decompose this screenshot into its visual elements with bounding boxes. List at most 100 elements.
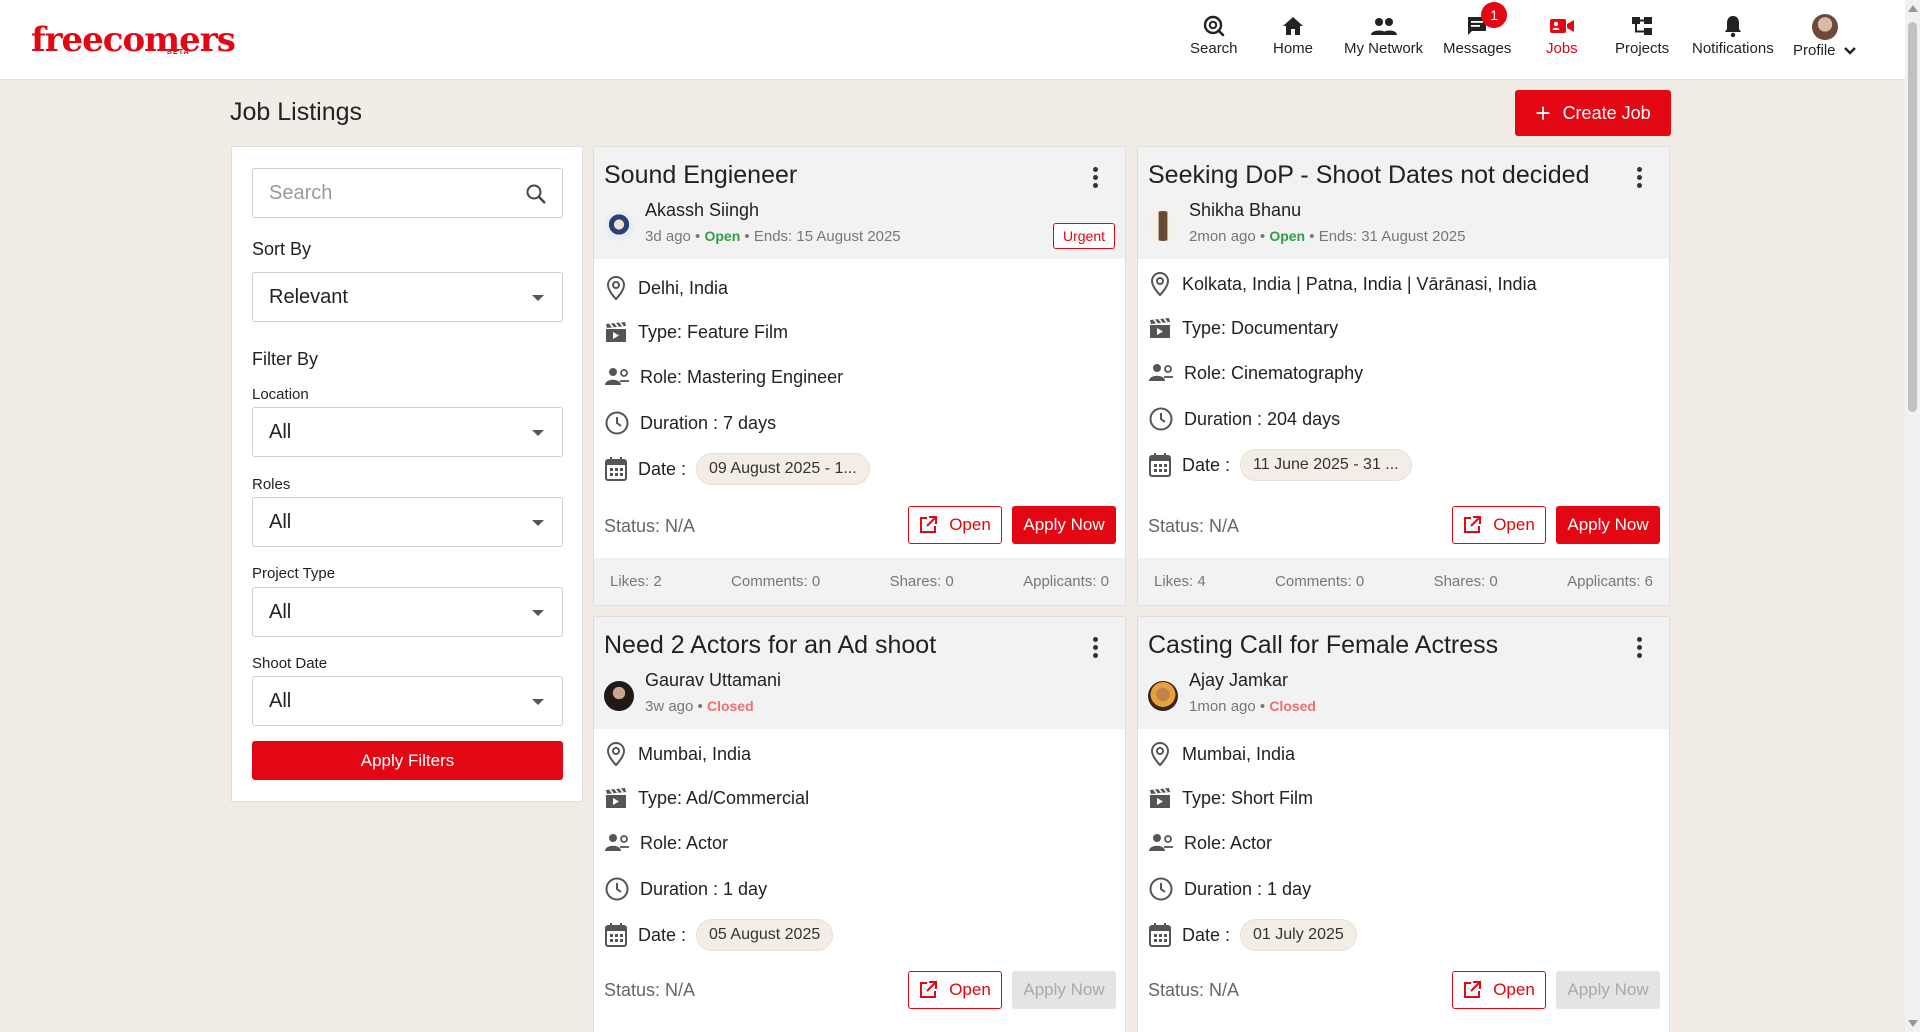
nav-my-network[interactable]: My Network <box>1344 14 1423 57</box>
role-row: Role: Actor <box>604 831 728 855</box>
chevron-down-icon <box>1843 47 1856 55</box>
comments-count[interactable]: Comments: 0 <box>1275 573 1364 590</box>
job-type: Type: Documentary <box>1182 317 1339 338</box>
job-duration: Duration : 7 days <box>640 412 777 433</box>
job-role: Role: Actor <box>640 832 729 853</box>
job-location: Kolkata, India | Patna, India | Vārānasi… <box>1182 273 1537 294</box>
apply-now-button[interactable]: Apply Now <box>1012 506 1116 544</box>
create-job-button[interactable]: + Create Job <box>1515 90 1671 136</box>
nav-home[interactable]: Home <box>1273 14 1313 57</box>
more-options-icon[interactable] <box>1093 637 1099 661</box>
people-role-icon <box>1149 834 1173 851</box>
duration-row: Duration : 1 day <box>1148 876 1311 902</box>
job-meta: 3w ago • Closed <box>645 698 754 715</box>
type-row: Type: Feature Film <box>604 320 788 344</box>
likes-count[interactable]: Likes: 4 <box>1154 573 1206 590</box>
nav-profile[interactable]: Profile <box>1793 14 1857 59</box>
open-job-button[interactable]: Open <box>1452 971 1546 1009</box>
apply-filters-button[interactable]: Apply Filters <box>252 741 563 780</box>
poster-name[interactable]: Shikha Bhanu <box>1189 200 1301 221</box>
nav-search-label: Search <box>1190 40 1238 57</box>
job-role: Role: Actor <box>1184 832 1273 853</box>
page-scrollbar[interactable] <box>1905 0 1920 1032</box>
poster-name[interactable]: Gaurav Uttamani <box>645 670 781 691</box>
clock-icon <box>1149 877 1173 901</box>
project-type-value: All <box>269 601 292 623</box>
job-title[interactable]: Casting Call for Female Actress <box>1148 631 1498 660</box>
shares-count[interactable]: Shares: 0 <box>1434 573 1498 590</box>
poster-avatar[interactable] <box>1148 211 1178 241</box>
open-job-button[interactable]: Open <box>908 506 1002 544</box>
calendar-icon <box>605 457 627 481</box>
video-camera-icon <box>1549 19 1574 33</box>
shares-count[interactable]: Shares: 0 <box>890 573 954 590</box>
date-row: Date : 01 July 2025 <box>1148 919 1357 951</box>
poster-avatar[interactable] <box>604 211 634 241</box>
search-icon[interactable] <box>524 182 548 206</box>
project-type-select[interactable]: All <box>252 587 563 637</box>
duration-row: Duration : 1 day <box>604 876 767 902</box>
urgent-badge: Urgent <box>1052 223 1115 249</box>
scroll-down-arrow-icon[interactable] <box>1908 1020 1918 1027</box>
job-meta: 3d ago • Open • Ends: 15 August 2025 <box>645 228 901 245</box>
search-input[interactable] <box>253 169 503 217</box>
duration-row: Duration : 204 days <box>1148 406 1340 432</box>
comments-count[interactable]: Comments: 0 <box>731 573 820 590</box>
nav-messages[interactable]: 1 Messages <box>1443 2 1511 57</box>
job-type: Type: Ad/Commercial <box>638 787 810 808</box>
apply-now-button: Apply Now <box>1012 971 1116 1009</box>
scroll-up-arrow-icon[interactable] <box>1908 5 1918 12</box>
nav-projects[interactable]: Projects <box>1615 14 1669 57</box>
open-external-icon <box>1464 981 1482 998</box>
profile-avatar <box>1811 14 1838 40</box>
applicants-count[interactable]: Applicants: 6 <box>1567 573 1653 590</box>
application-status: Status: N/A <box>1148 516 1240 536</box>
more-options-icon[interactable] <box>1093 167 1099 191</box>
poster-avatar[interactable] <box>1148 681 1178 711</box>
application-status: Status: N/A <box>1148 980 1240 1000</box>
location-select[interactable]: All <box>252 407 563 457</box>
nav-jobs[interactable]: Jobs <box>1546 14 1578 57</box>
home-icon <box>1283 17 1303 35</box>
people-role-icon <box>1149 364 1173 381</box>
poster-name[interactable]: Akassh Siingh <box>645 200 759 221</box>
role-row: Role: Actor <box>1148 831 1272 855</box>
likes-count[interactable]: Likes: 2 <box>610 573 662 590</box>
job-card-header: Need 2 Actors for an Ad shoot Gaurav Utt… <box>594 617 1125 729</box>
more-options-icon[interactable] <box>1637 637 1643 661</box>
page-title: Job Listings <box>230 98 363 126</box>
applicants-count[interactable]: Applicants: 0 <box>1023 573 1109 590</box>
job-type: Type: Short Film <box>1182 787 1314 808</box>
apply-now-button[interactable]: Apply Now <box>1556 506 1660 544</box>
filter-by-label: Filter By <box>252 349 319 369</box>
open-job-button[interactable]: Open <box>908 971 1002 1009</box>
roles-value: All <box>269 511 292 533</box>
posted-ago: 3w ago <box>645 698 694 715</box>
job-title[interactable]: Sound Engieneer <box>604 161 797 190</box>
shoot-date-label: Shoot Date <box>252 655 328 672</box>
location-value: All <box>269 421 292 443</box>
dropdown-arrow-icon <box>532 610 544 616</box>
nav-search[interactable]: Search <box>1190 14 1238 57</box>
shoot-date-select[interactable]: All <box>252 676 563 726</box>
location-pin-icon <box>606 275 626 301</box>
location-row: Delhi, India <box>604 275 728 301</box>
nav-notifications[interactable]: Notifications <box>1692 14 1774 57</box>
roles-select[interactable]: All <box>252 497 563 547</box>
job-ends: Ends: 15 August 2025 <box>753 228 901 245</box>
clapperboard-icon <box>1150 788 1170 808</box>
more-options-icon[interactable] <box>1637 167 1643 191</box>
poster-name[interactable]: Ajay Jamkar <box>1189 670 1288 691</box>
dropdown-arrow-icon <box>532 699 544 705</box>
job-title[interactable]: Need 2 Actors for an Ad shoot <box>604 631 936 660</box>
freecomers-logo[interactable]: freecomers <box>31 20 236 60</box>
bell-icon <box>1724 16 1741 38</box>
job-location: Mumbai, India <box>1182 743 1296 764</box>
apply-now-button: Apply Now <box>1556 971 1660 1009</box>
scrollbar-thumb[interactable] <box>1908 22 1917 412</box>
sort-by-select[interactable]: Relevant <box>252 272 563 322</box>
job-title[interactable]: Seeking DoP - Shoot Dates not decided <box>1148 161 1590 190</box>
open-job-button[interactable]: Open <box>1452 506 1546 544</box>
poster-avatar[interactable] <box>604 681 634 711</box>
posted-ago: 2mon ago <box>1189 228 1256 245</box>
